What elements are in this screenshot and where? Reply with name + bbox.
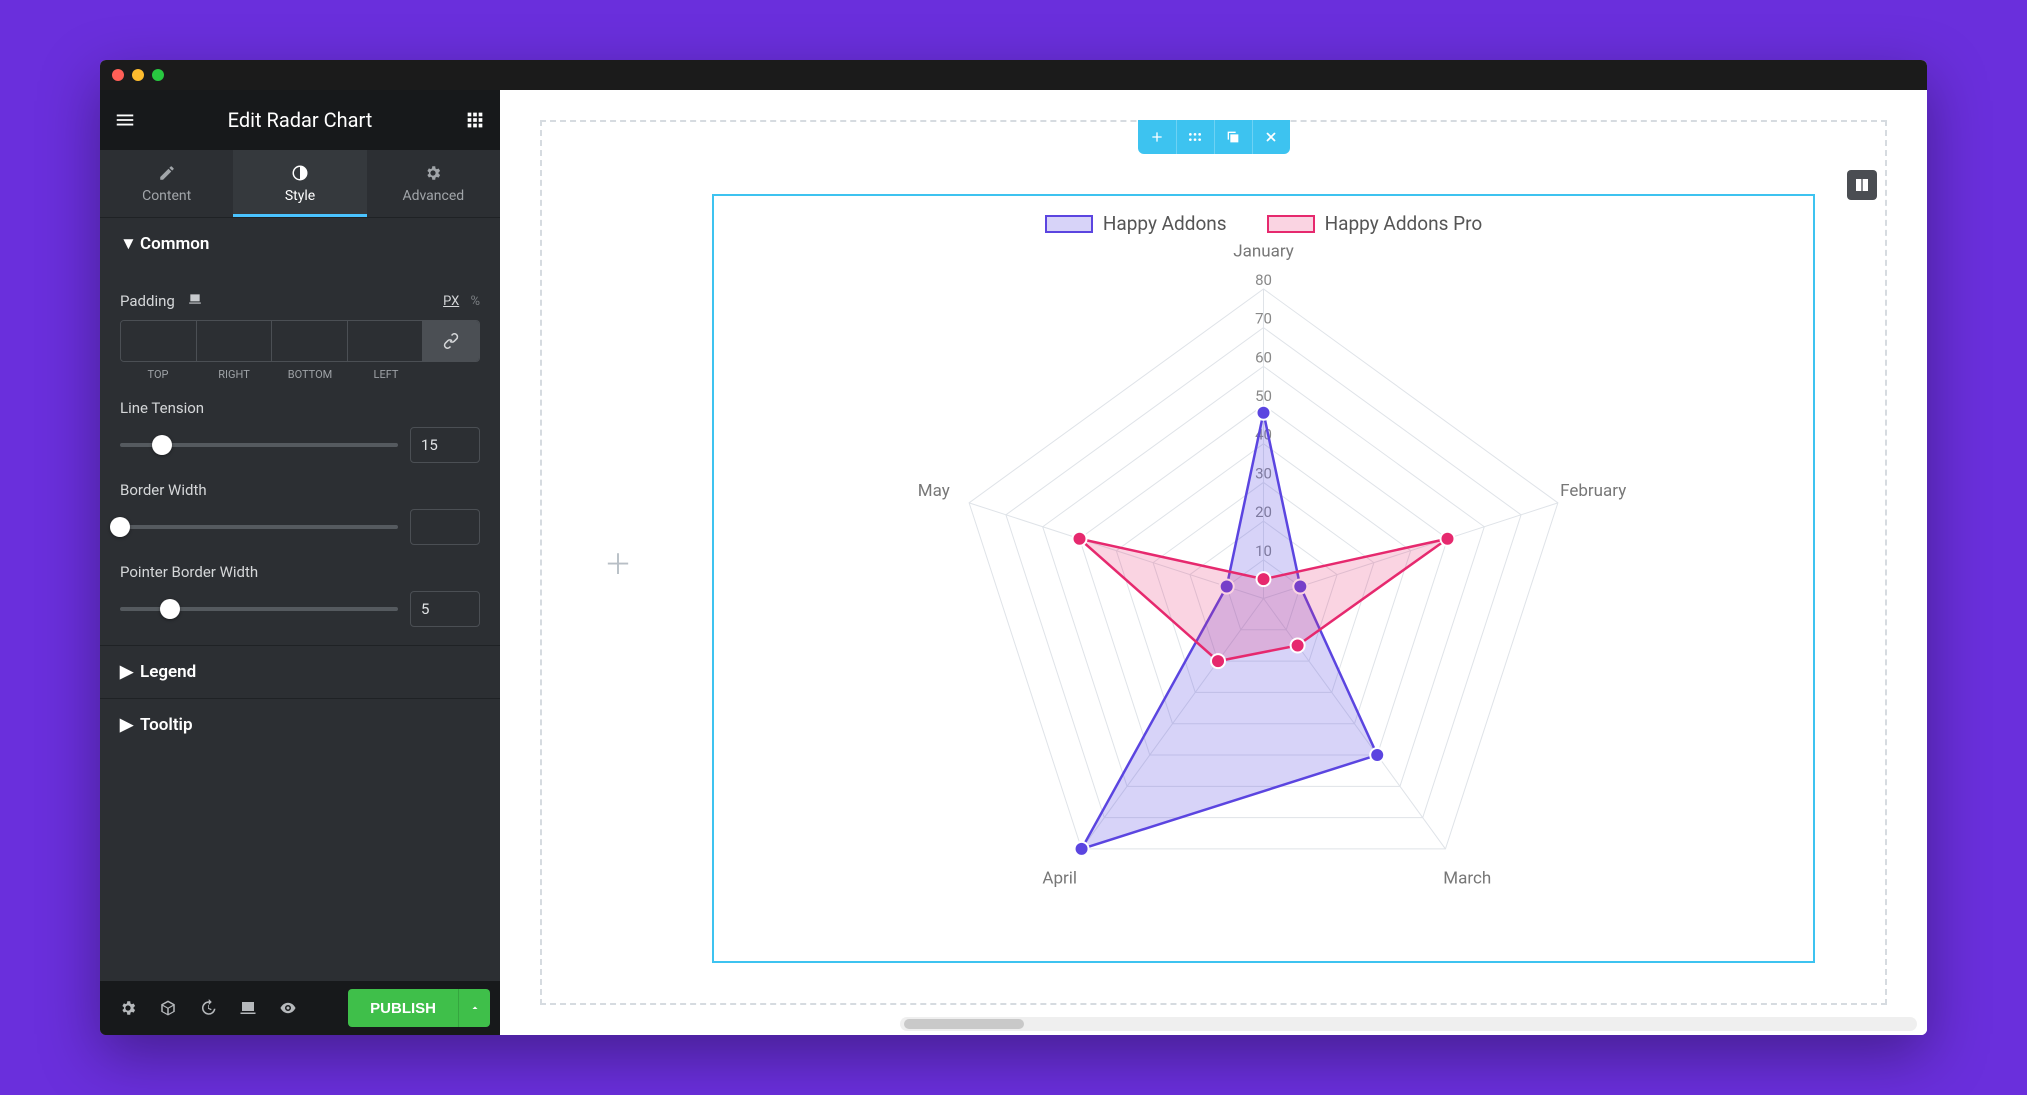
padding-top-input[interactable] bbox=[121, 321, 197, 361]
padding-bottom-input[interactable] bbox=[272, 321, 348, 361]
svg-text:80: 80 bbox=[1255, 271, 1272, 289]
tab-content-label: Content bbox=[142, 188, 191, 204]
border-width-value[interactable] bbox=[410, 509, 480, 545]
editor-panel: Edit Radar Chart Content Style Advanced bbox=[100, 90, 500, 1035]
pointer-border-value[interactable]: 5 bbox=[410, 591, 480, 627]
svg-text:January: January bbox=[1233, 241, 1294, 261]
unit-percent[interactable]: % bbox=[470, 294, 480, 309]
tab-advanced-label: Advanced bbox=[402, 188, 464, 204]
responsive-icon[interactable] bbox=[187, 292, 203, 310]
publish-button[interactable]: PUBLISH bbox=[348, 989, 458, 1027]
section-legend-header[interactable]: ▶ Legend bbox=[100, 646, 500, 698]
horizontal-scrollbar[interactable] bbox=[900, 1017, 1917, 1031]
line-tension-slider[interactable] bbox=[120, 443, 398, 447]
section-common-title: Common bbox=[140, 234, 209, 254]
delete-section-icon[interactable] bbox=[1252, 120, 1290, 154]
label-bottom: BOTTOM bbox=[272, 368, 348, 381]
svg-text:May: May bbox=[918, 481, 950, 501]
section-legend: ▶ Legend bbox=[100, 645, 500, 698]
titlebar bbox=[100, 60, 1927, 90]
column-handle-icon[interactable] bbox=[1847, 170, 1877, 200]
caret-right-icon: ▶ bbox=[120, 662, 130, 682]
section-tooltip-header[interactable]: ▶ Tooltip bbox=[100, 699, 500, 751]
label-left: LEFT bbox=[348, 368, 424, 381]
publish-caret-button[interactable] bbox=[458, 989, 490, 1027]
section-toolbar bbox=[1138, 120, 1290, 154]
padding-side-labels: TOP RIGHT BOTTOM LEFT bbox=[120, 368, 480, 381]
edit-section-icon[interactable] bbox=[1176, 120, 1214, 154]
add-section-icon[interactable] bbox=[1138, 120, 1176, 154]
navigator-icon[interactable] bbox=[150, 990, 186, 1026]
caret-down-icon: ▼ bbox=[120, 234, 130, 254]
section-tooltip-title: Tooltip bbox=[140, 715, 193, 735]
canvas[interactable]: ＋ Happy Addons Happy Addons Pro bbox=[500, 90, 1927, 1035]
padding-left-input[interactable] bbox=[348, 321, 424, 361]
pointer-border-label: Pointer Border Width bbox=[120, 563, 258, 581]
border-width-slider[interactable] bbox=[120, 525, 398, 529]
settings-icon[interactable] bbox=[110, 990, 146, 1026]
close-dot[interactable] bbox=[112, 69, 124, 81]
duplicate-section-icon[interactable] bbox=[1214, 120, 1252, 154]
zoom-dot[interactable] bbox=[152, 69, 164, 81]
preview-icon[interactable] bbox=[270, 990, 306, 1026]
caret-right-icon: ▶ bbox=[120, 715, 130, 735]
section-tooltip: ▶ Tooltip bbox=[100, 698, 500, 751]
border-width-label: Border Width bbox=[120, 481, 207, 499]
tab-advanced[interactable]: Advanced bbox=[367, 150, 500, 217]
padding-label: Padding bbox=[120, 292, 175, 310]
section-legend-title: Legend bbox=[140, 662, 196, 682]
app-window: Edit Radar Chart Content Style Advanced bbox=[100, 60, 1927, 1035]
add-section-button[interactable]: ＋ bbox=[600, 545, 636, 581]
padding-inputs bbox=[120, 320, 480, 362]
unit-switch[interactable]: PX % bbox=[443, 294, 480, 309]
pointer-border-slider[interactable] bbox=[120, 607, 398, 611]
label-top: TOP bbox=[120, 368, 196, 381]
svg-text:March: March bbox=[1443, 868, 1491, 888]
svg-text:60: 60 bbox=[1255, 348, 1272, 366]
panel-footer: PUBLISH bbox=[100, 981, 500, 1035]
tab-style[interactable]: Style bbox=[233, 150, 366, 217]
svg-text:April: April bbox=[1042, 868, 1077, 888]
padding-right-input[interactable] bbox=[197, 321, 273, 361]
minimize-dot[interactable] bbox=[132, 69, 144, 81]
svg-text:70: 70 bbox=[1255, 310, 1272, 328]
panel-title: Edit Radar Chart bbox=[228, 108, 373, 132]
scrollbar-thumb[interactable] bbox=[904, 1019, 1024, 1029]
tab-style-label: Style bbox=[285, 188, 315, 204]
panel-tabs: Content Style Advanced bbox=[100, 150, 500, 217]
svg-text:February: February bbox=[1560, 481, 1626, 501]
radar-chart: Happy Addons Happy Addons Pro 1020304050… bbox=[728, 210, 1799, 947]
radar-widget[interactable]: Happy Addons Happy Addons Pro 1020304050… bbox=[712, 194, 1815, 963]
widgets-icon[interactable] bbox=[464, 109, 486, 131]
label-right: RIGHT bbox=[196, 368, 272, 381]
section-outline: ＋ Happy Addons Happy Addons Pro bbox=[540, 120, 1887, 1005]
line-tension-value[interactable]: 15 bbox=[410, 427, 480, 463]
line-tension-label: Line Tension bbox=[120, 399, 204, 417]
unit-px[interactable]: PX bbox=[443, 294, 459, 309]
section-common: ▼ Common Padding PX % bbox=[100, 217, 500, 645]
radar-svg: 1020304050607080JanuaryFebruaryMarchApri… bbox=[728, 210, 1799, 947]
link-values-button[interactable] bbox=[423, 321, 479, 361]
responsive-mode-icon[interactable] bbox=[230, 990, 266, 1026]
menu-icon[interactable] bbox=[114, 109, 136, 131]
panel-header: Edit Radar Chart bbox=[100, 90, 500, 150]
tab-content[interactable]: Content bbox=[100, 150, 233, 217]
svg-text:50: 50 bbox=[1255, 387, 1272, 405]
history-icon[interactable] bbox=[190, 990, 226, 1026]
section-common-header[interactable]: ▼ Common bbox=[100, 218, 500, 270]
